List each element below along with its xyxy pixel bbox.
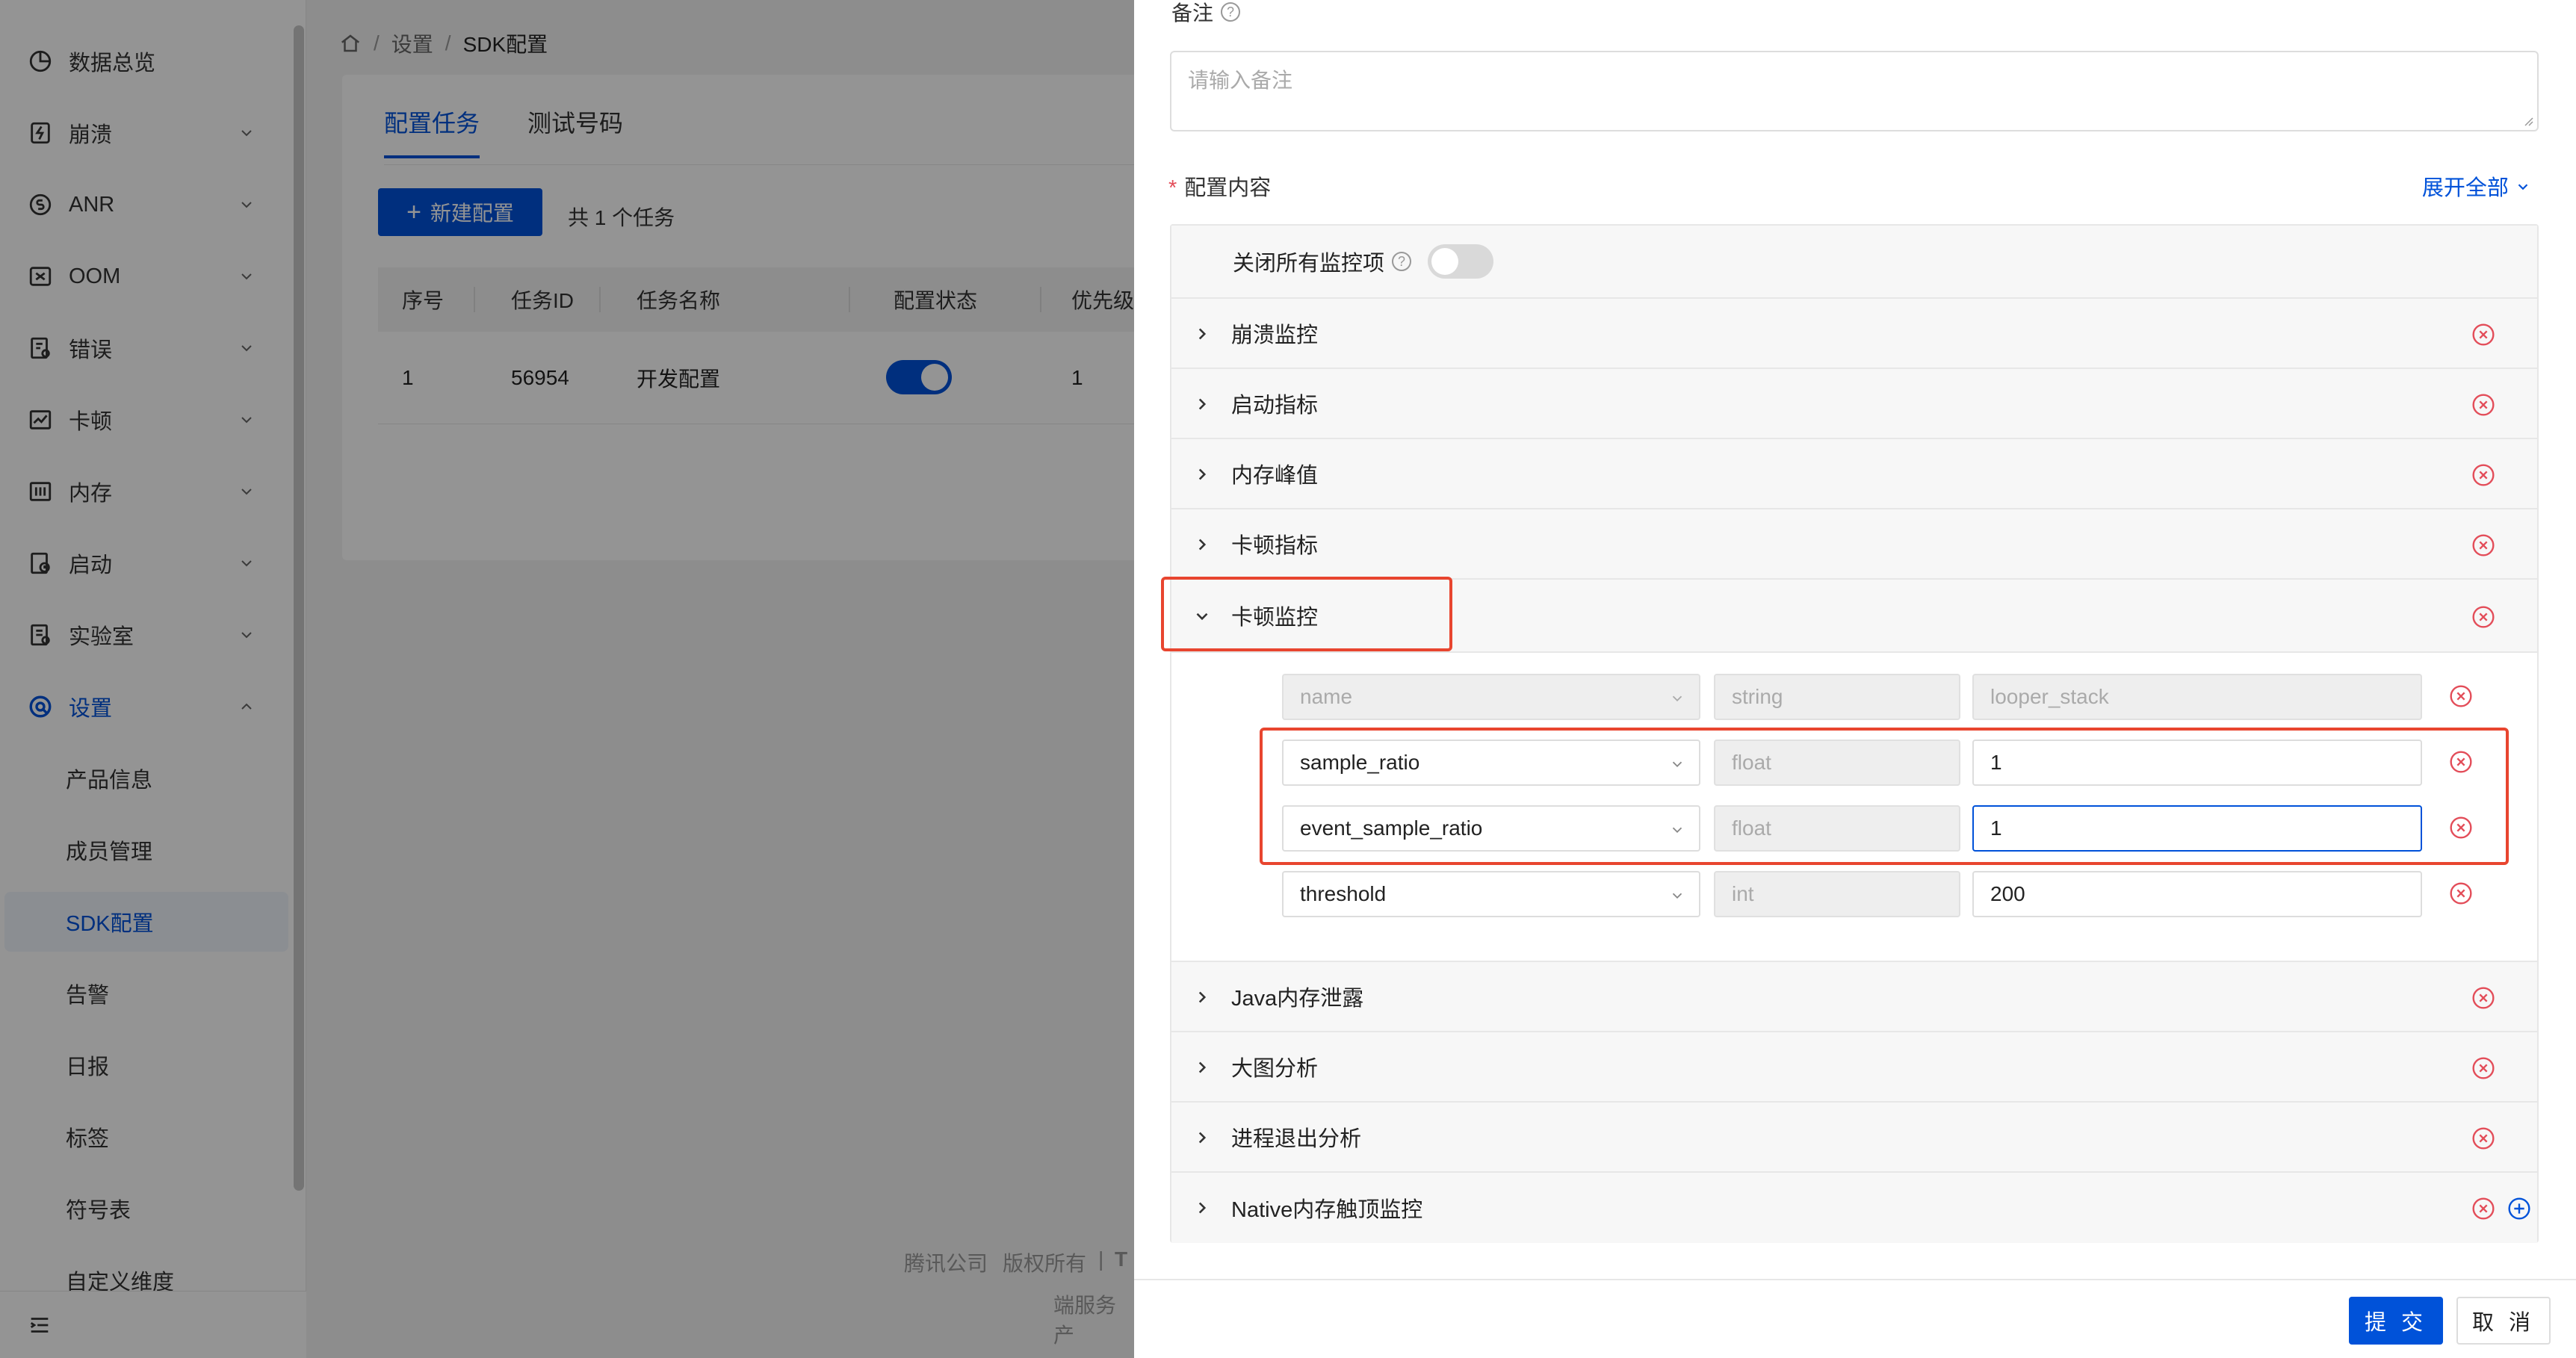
section-label: 大图分析: [1231, 1057, 1319, 1081]
close-all-toggle[interactable]: [1428, 244, 1494, 279]
section-crash-monitor[interactable]: 崩溃监控: [1171, 299, 2537, 369]
param-value-field: looper_stack: [1972, 674, 2422, 720]
highlight-box-params: [1260, 728, 2509, 865]
remove-circle-icon[interactable]: [2471, 1197, 2495, 1221]
section-launch-metrics[interactable]: 启动指标: [1171, 369, 2537, 439]
remove-circle-icon[interactable]: [2471, 605, 2495, 629]
section-process-exit[interactable]: 进程退出分析: [1171, 1103, 2537, 1173]
param-type-field: string: [1714, 674, 1960, 720]
param-value-input[interactable]: 200: [1972, 871, 2422, 917]
section-lag-metrics[interactable]: 卡顿指标: [1171, 509, 2537, 580]
remark-textarea[interactable]: 请输入备注: [1170, 51, 2539, 131]
remove-circle-icon[interactable]: [2471, 393, 2495, 417]
chevron-right-icon: [1198, 1132, 1207, 1144]
param-type-field: int: [1714, 871, 1960, 917]
close-all-label: 关闭所有监控项: [1233, 252, 1385, 276]
chevron-right-icon: [1198, 539, 1207, 551]
param-key-select: name: [1282, 674, 1700, 720]
remove-circle-icon[interactable]: [2471, 533, 2495, 557]
section-native-memory[interactable]: Native内存触顶监控: [1171, 1173, 2537, 1243]
chevron-right-icon: [1198, 328, 1207, 340]
section-java-leak[interactable]: Java内存泄露: [1171, 962, 2537, 1032]
section-label: Java内存泄露: [1231, 987, 1364, 1011]
required-mark: *: [1168, 176, 1177, 200]
remove-circle-icon[interactable]: [2471, 323, 2495, 347]
section-label: 卡顿指标: [1231, 534, 1319, 558]
remove-circle-icon[interactable]: [2471, 986, 2495, 1010]
help-icon[interactable]: ?: [1221, 2, 1241, 22]
remove-circle-icon[interactable]: [2471, 1126, 2495, 1150]
chevron-down-icon: [1672, 695, 1682, 702]
section-label: 崩溃监控: [1231, 323, 1319, 347]
chevron-right-icon: [1198, 468, 1207, 480]
config-drawer: 备注 ? 请输入备注 * 配置内容 展开全部 关闭所有监控项 ? 崩溃监控 启动指…: [1134, 0, 2576, 1358]
modal-backdrop[interactable]: [0, 0, 1134, 1358]
close-all-monitors-row: 关闭所有监控项 ?: [1171, 226, 2537, 299]
remove-circle-icon[interactable]: [2471, 463, 2495, 487]
section-memory-peak[interactable]: 内存峰值: [1171, 439, 2537, 509]
remove-circle-icon[interactable]: [2449, 684, 2473, 708]
chevron-right-icon: [1198, 1202, 1207, 1214]
section-label: 内存峰值: [1231, 464, 1319, 488]
submit-button[interactable]: 提 交: [2349, 1297, 2443, 1345]
param-key-select[interactable]: threshold: [1282, 871, 1700, 917]
cancel-button[interactable]: 取 消: [2456, 1297, 2551, 1345]
section-big-image[interactable]: 大图分析: [1171, 1032, 2537, 1103]
chevron-right-icon: [1198, 398, 1207, 410]
config-content-label: * 配置内容: [1168, 176, 1272, 200]
drawer-footer: 提 交 取 消: [1134, 1279, 2576, 1358]
resize-handle-icon[interactable]: [2521, 114, 2534, 127]
remark-placeholder: 请输入备注: [1188, 69, 1293, 92]
expand-all-link[interactable]: 展开全部: [2422, 170, 2531, 202]
section-label: 启动指标: [1231, 394, 1319, 418]
chevron-right-icon: [1198, 1061, 1207, 1073]
remove-circle-icon[interactable]: [2471, 1056, 2495, 1080]
help-icon[interactable]: ?: [1392, 252, 1412, 271]
remark-label: 备注 ?: [1171, 0, 1241, 27]
remove-circle-icon[interactable]: [2449, 881, 2473, 905]
chevron-down-icon: [1672, 893, 1682, 899]
highlight-box-section: [1161, 577, 1452, 651]
section-label: 进程退出分析: [1231, 1127, 1362, 1151]
section-label: Native内存触顶监控: [1231, 1198, 1423, 1222]
chevron-down-icon: [2518, 184, 2528, 190]
chevron-right-icon: [1198, 991, 1207, 1003]
add-circle-icon[interactable]: [2507, 1197, 2531, 1221]
